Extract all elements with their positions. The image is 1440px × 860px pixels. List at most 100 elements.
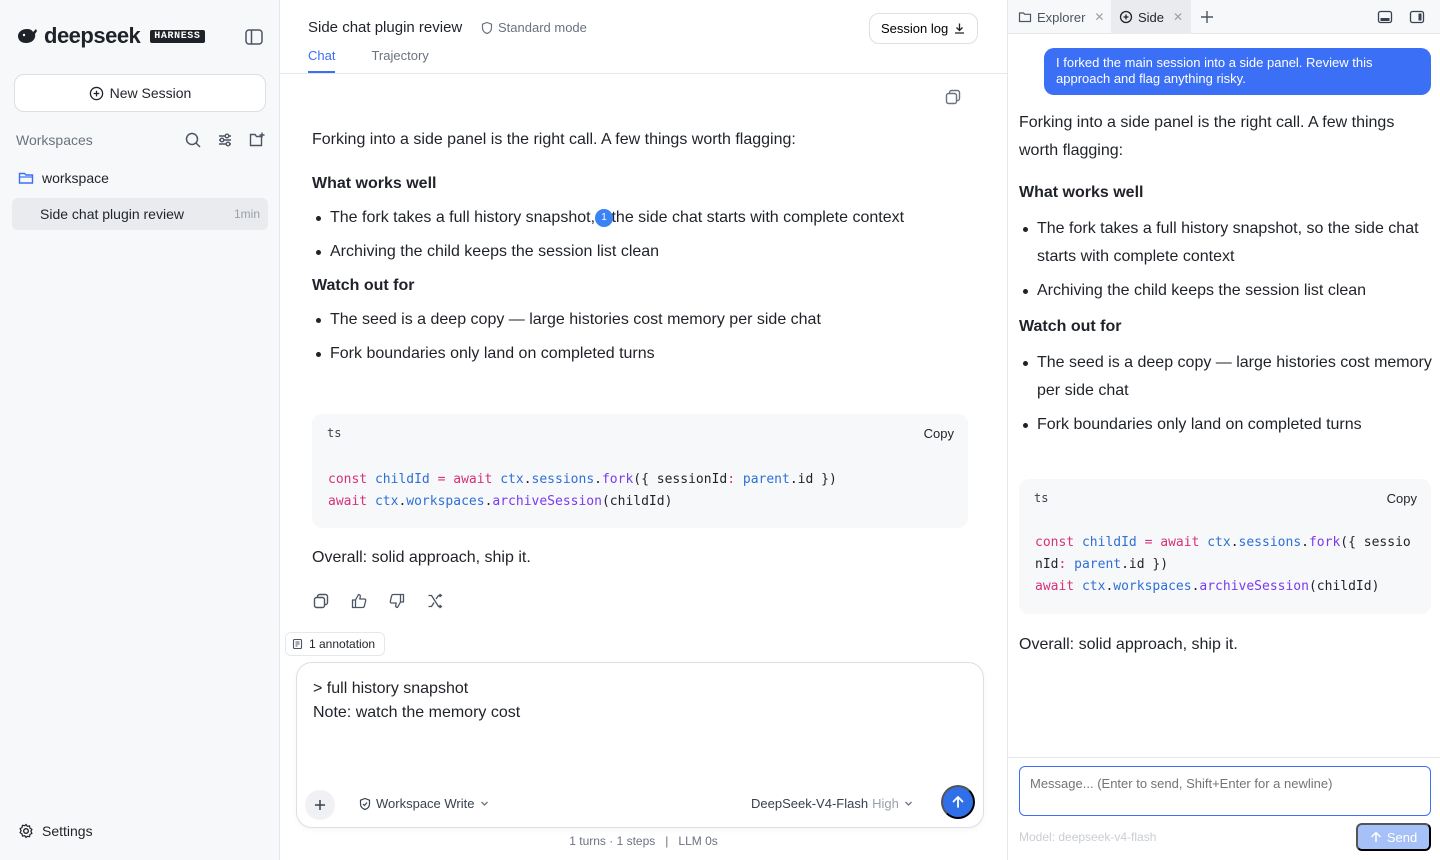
folder-plus-icon[interactable] [248, 131, 266, 149]
whale-icon [16, 26, 40, 46]
side-send-button[interactable]: Send [1356, 823, 1431, 851]
list-item: Archiving the child keeps the session li… [1019, 277, 1433, 305]
logo-badge: HARNESS [150, 29, 205, 43]
code-language: ts [327, 426, 342, 440]
composer-line[interactable]: Note: watch the memory cost [313, 701, 520, 725]
logo[interactable]: deepseek HARNESS [16, 23, 205, 48]
composer[interactable]: > full history snapshot Note: watch the … [296, 662, 984, 828]
branch-icon[interactable] [426, 592, 444, 610]
works-heading: What works well [1019, 184, 1144, 201]
copy-icon[interactable] [312, 592, 330, 610]
thumbs-up-icon[interactable] [350, 592, 368, 610]
user-message: I forked the main session into a side pa… [1044, 48, 1431, 95]
permission-select[interactable]: Workspace Write [358, 796, 490, 811]
tab-chat[interactable]: Chat [308, 48, 336, 73]
folder-icon [1018, 10, 1032, 24]
session-stats: 1 turns · 1 steps | LLM 0s [569, 834, 718, 848]
model-select[interactable]: DeepSeek-V4-Flash High [751, 796, 914, 811]
assistant-message: Forking into a side panel is the right c… [312, 128, 972, 376]
sidebar: deepseek HARNESS New Session Workspaces [0, 0, 280, 860]
workspace-name: workspace [42, 170, 109, 186]
plus-circle-icon [89, 86, 104, 101]
sliders-icon[interactable] [216, 131, 234, 149]
list-item: The seed is a deep copy — large historie… [1019, 349, 1433, 405]
list-item-text: the side chat starts with complete conte… [611, 209, 905, 226]
send-button[interactable] [941, 785, 975, 819]
list-item-text: The fork takes a full history snapshot, [330, 209, 596, 226]
message-actions [312, 592, 444, 610]
list-item: Archiving the child keeps the session li… [312, 240, 972, 264]
workspaces-title: Workspaces [16, 132, 93, 148]
close-icon[interactable]: ✕ [1173, 10, 1183, 24]
watch-list: The seed is a deep copy — large historie… [1019, 349, 1433, 439]
code-copy-button[interactable]: Copy [1387, 491, 1417, 506]
message-conclusion: Overall: solid approach, ship it. [312, 549, 531, 566]
panel-tabbar: Explorer ✕ Side ✕ [1008, 0, 1440, 34]
page-title: Side chat plugin review [308, 19, 463, 36]
gear-icon [18, 823, 34, 839]
add-tab-icon[interactable] [1198, 8, 1216, 26]
works-list: The fork takes a full history snapshot, … [1019, 215, 1433, 305]
model-name: DeepSeek-V4-Flash [751, 796, 869, 811]
session-item[interactable]: Side chat plugin review 1min [12, 198, 268, 230]
tab-trajectory[interactable]: Trajectory [371, 48, 428, 73]
new-session-button[interactable]: New Session [14, 74, 266, 112]
code-content: const childId = await ctx.sessions.fork(… [328, 472, 837, 509]
session-log-label: Session log [881, 21, 949, 36]
copy-icon[interactable] [944, 88, 962, 106]
folder-icon [18, 170, 34, 186]
header-divider [280, 73, 1007, 74]
watch-heading: Watch out for [1019, 318, 1122, 335]
list-item: Fork boundaries only land on completed t… [1019, 411, 1433, 439]
code-language: ts [1034, 491, 1049, 505]
close-icon[interactable]: ✕ [1094, 10, 1104, 24]
message-intro: Forking into a side panel is the right c… [312, 131, 796, 148]
composer-divider [1008, 757, 1440, 758]
mode-label: Standard mode [498, 20, 587, 35]
logo-text: deepseek [44, 23, 141, 48]
side-message-input[interactable] [1019, 766, 1431, 816]
side-model-label: Model: deepseek-v4-flash [1019, 830, 1157, 844]
download-icon [953, 22, 966, 35]
new-session-label: New Session [109, 85, 192, 101]
settings-button[interactable]: Settings [18, 823, 93, 839]
session-age: 1min [233, 207, 260, 221]
code-block: ts Copy const childId = await ctx.sessio… [1019, 479, 1431, 614]
message-intro: Forking into a side panel is the right c… [1019, 114, 1395, 159]
code-content: const childId = await ctx.sessions.fork(… [1035, 535, 1411, 594]
tab-label: Side [1138, 9, 1165, 25]
send-label: Send [1386, 829, 1418, 845]
composer-line[interactable]: > full history snapshot [313, 677, 468, 701]
tab-explorer[interactable]: Explorer ✕ [1010, 0, 1112, 34]
note-icon [292, 638, 304, 650]
tab-label: Explorer [1037, 9, 1086, 25]
list-item: The fork takes a full history snapshot, 1… [312, 206, 972, 230]
shield-icon [480, 21, 494, 35]
annotation-marker[interactable]: 1 [595, 209, 614, 227]
workspace-folder[interactable]: workspace [18, 170, 109, 186]
mode-indicator[interactable]: Standard mode [480, 20, 587, 35]
code-copy-button[interactable]: Copy [924, 426, 954, 441]
annotation-chip[interactable]: 1 annotation [285, 632, 386, 656]
watch-heading: Watch out for [312, 277, 415, 294]
sidebar-toggle-icon[interactable] [243, 26, 265, 48]
side-panel: Explorer ✕ Side ✕ I forked the main sess… [1007, 0, 1440, 860]
watch-list: The seed is a deep copy — large historie… [312, 308, 972, 366]
panel-right-icon[interactable] [1409, 9, 1425, 25]
panel-bottom-icon[interactable] [1377, 9, 1393, 25]
tab-side[interactable]: Side ✕ [1111, 0, 1192, 34]
chevron-down-icon [903, 798, 914, 809]
chevron-down-icon [479, 798, 490, 809]
arrow-up-icon [950, 794, 966, 810]
search-icon[interactable] [184, 131, 202, 149]
code-block: ts Copy const childId = await ctx.sessio… [312, 414, 968, 528]
attach-button[interactable] [305, 790, 335, 820]
main-tabs: Chat Trajectory [308, 48, 429, 73]
workspaces-header: Workspaces [16, 130, 266, 150]
works-heading: What works well [312, 175, 437, 192]
plus-circle-icon [1119, 10, 1133, 24]
session-log-button[interactable]: Session log [869, 13, 979, 44]
arrow-up-icon [1370, 831, 1382, 843]
thumbs-down-icon[interactable] [388, 592, 406, 610]
message-conclusion: Overall: solid approach, ship it. [1019, 636, 1238, 653]
